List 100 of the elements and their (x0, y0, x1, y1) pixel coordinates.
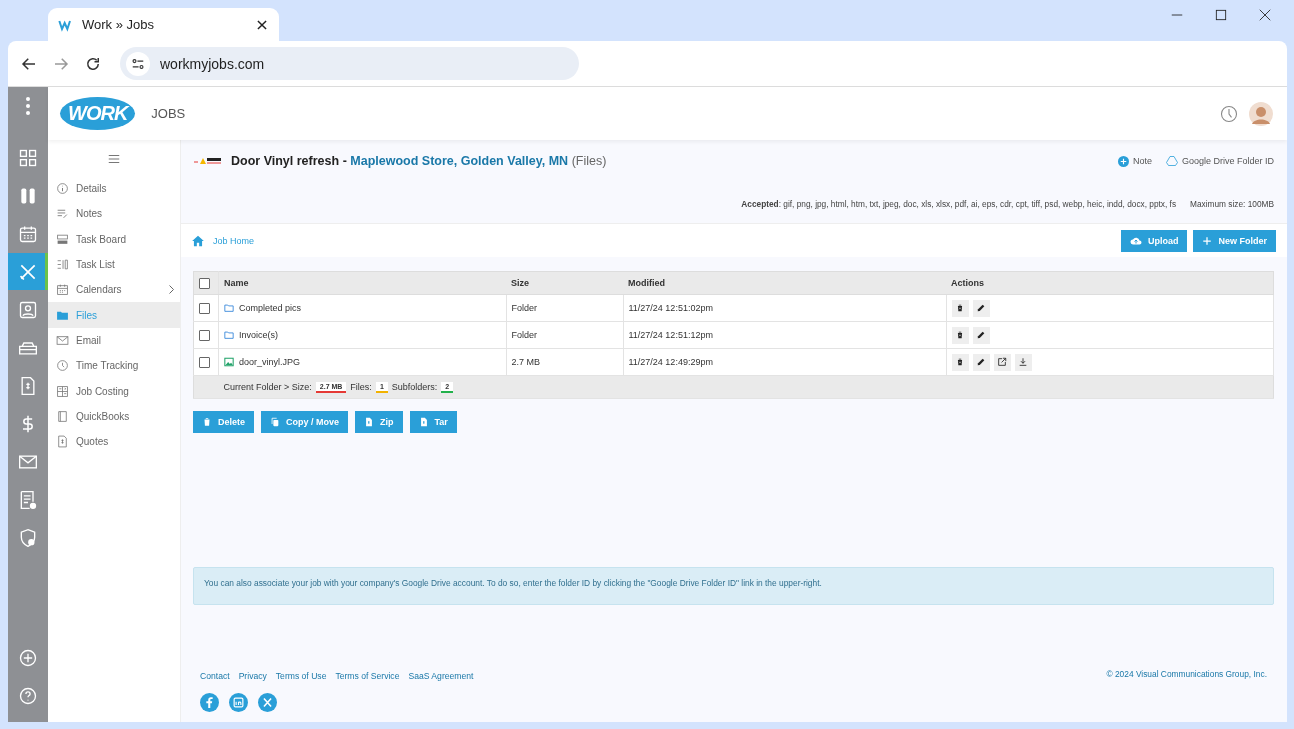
sidebar-item[interactable]: Calendars (48, 277, 180, 303)
linkedin-icon[interactable] (229, 693, 248, 712)
row-checkbox[interactable] (199, 302, 210, 314)
modified-cell: 11/27/24 12:51:12pm (623, 321, 946, 349)
size-cell: Folder (506, 294, 623, 322)
pencil-icon (976, 357, 986, 367)
delete-button[interactable] (951, 299, 969, 317)
modified-cell: 11/27/24 12:49:29pm (623, 348, 946, 376)
delete-button[interactable] (951, 326, 969, 344)
modified-cell: 11/27/24 12:51:02pm (623, 294, 946, 322)
sidebar-item[interactable]: Notes (48, 201, 180, 227)
breadcrumb-link[interactable]: Job Home (211, 235, 1115, 246)
browser-tab[interactable]: Work » Jobs (48, 8, 279, 41)
column-header[interactable]: Actions (946, 271, 1274, 295)
delete-button[interactable] (951, 353, 969, 371)
column-header[interactable]: Name (218, 271, 506, 295)
folder-icon (224, 303, 234, 313)
shield-icon (18, 527, 38, 548)
url-text: workmyjobs.com (160, 55, 265, 72)
download-button[interactable] (1014, 353, 1032, 371)
help-icon (18, 685, 38, 706)
tab-title: Work » Jobs (82, 17, 155, 32)
board-icon (56, 232, 69, 246)
sidebar-item[interactable]: Email (48, 327, 180, 354)
name-cell[interactable]: Invoice(s) (218, 321, 506, 349)
footer-link[interactable]: Contact (200, 671, 230, 681)
list-icon (56, 258, 69, 272)
calendar-icon (56, 283, 69, 297)
edit-button[interactable] (972, 353, 990, 371)
trash-icon (955, 303, 965, 313)
trash-icon (955, 330, 965, 340)
drive-icon (1165, 155, 1178, 167)
page-title: Door Vinyl refresh - Maplewood Store, Golden Valley, MN (Files) (231, 154, 608, 168)
column-header[interactable]: Modified (623, 271, 946, 295)
sidebar-item[interactable]: Details (48, 176, 180, 202)
row-checkbox[interactable] (199, 329, 210, 341)
mail-icon (56, 333, 69, 347)
sidebar-item[interactable]: Task List (48, 251, 180, 278)
name-cell[interactable]: Completed pics (218, 294, 506, 322)
kebab-icon[interactable] (26, 96, 30, 115)
facebook-icon[interactable] (200, 693, 219, 712)
size-cell: Folder (506, 321, 623, 349)
x-icon[interactable] (258, 693, 277, 712)
edit-button[interactable] (972, 299, 990, 317)
info-alert: You can also associate your job with your company's Google Drive account. To do so, enter the folder ID by clicking the "Google Drive Folder ID" link in the upper-right. (193, 567, 1274, 605)
column-header[interactable]: Size (506, 271, 623, 295)
row-checkbox[interactable] (199, 356, 210, 368)
folder-icon (224, 330, 234, 340)
close-icon (255, 17, 269, 32)
footer-link[interactable]: Privacy (238, 671, 267, 681)
close-icon (1258, 8, 1272, 22)
form-icon (18, 489, 38, 510)
copyright: © 2024 Visual Communications Group, Inc. (1106, 669, 1267, 679)
external-link-icon (997, 357, 1007, 367)
folder-summary-label: Current Folder > Size: (223, 382, 312, 392)
file-icon (364, 417, 375, 427)
pencil-icon (976, 330, 986, 340)
edit-button[interactable] (972, 326, 990, 344)
maximize-icon (1214, 8, 1228, 22)
file-icon (418, 417, 429, 427)
add-circle-icon (18, 647, 38, 668)
book-icon (56, 409, 69, 423)
site-settings-icon (131, 56, 145, 71)
home-icon (191, 233, 205, 248)
footer-link[interactable]: SaaS Agreement (408, 671, 474, 681)
footer-link[interactable]: Terms of Use (275, 671, 327, 681)
summary-label: Subfolders: (391, 382, 438, 392)
accepted-types: Accepted: gif, png, jpg, html, htm, txt, jpeg, doc, xls, xlsx, pdf, ai, eps, cdr, cpt, tiff, psd, webp, heic, indd, docx, pptx, fs (741, 199, 1177, 209)
clock-icon (56, 359, 69, 373)
sidebar-item[interactable]: QuickBooks (48, 403, 180, 429)
pencil-icon (976, 303, 986, 313)
calculator-icon (56, 384, 69, 398)
plus-icon (1202, 235, 1213, 246)
open-button[interactable] (993, 353, 1011, 371)
trash-icon (202, 417, 212, 427)
select-all-checkbox[interactable] (199, 277, 210, 289)
sidebar-item[interactable]: Quotes (48, 428, 180, 455)
size-cell: 2.7 MB (506, 348, 623, 376)
clock-icon (1219, 103, 1239, 124)
sidebar-item[interactable]: Time Tracking (48, 353, 180, 379)
section-title: JOBS (151, 106, 187, 121)
contact-icon (18, 299, 38, 320)
footer-link[interactable]: Terms of Service (335, 671, 400, 681)
name-cell[interactable]: door_vinyl.JPG (218, 348, 506, 376)
menu-icon (107, 152, 121, 166)
info-icon (56, 182, 69, 196)
add-circle-icon (1117, 155, 1129, 167)
quote-icon (56, 435, 69, 449)
note-link[interactable]: Note (1132, 156, 1152, 166)
rail-item[interactable] (8, 253, 48, 290)
sidebar-item[interactable]: Task Board (48, 226, 180, 252)
sidebar-item[interactable]: Job Costing (48, 378, 180, 404)
company-logo-icon (193, 155, 223, 167)
drive-folder-link[interactable]: Google Drive Folder ID (1181, 156, 1274, 166)
summary-label: Files: (350, 382, 372, 392)
copy-icon (270, 417, 280, 427)
trash-icon (955, 357, 965, 367)
dashboard-icon (18, 147, 38, 168)
avatar[interactable] (1249, 101, 1273, 126)
address-bar[interactable]: workmyjobs.com (120, 47, 579, 80)
